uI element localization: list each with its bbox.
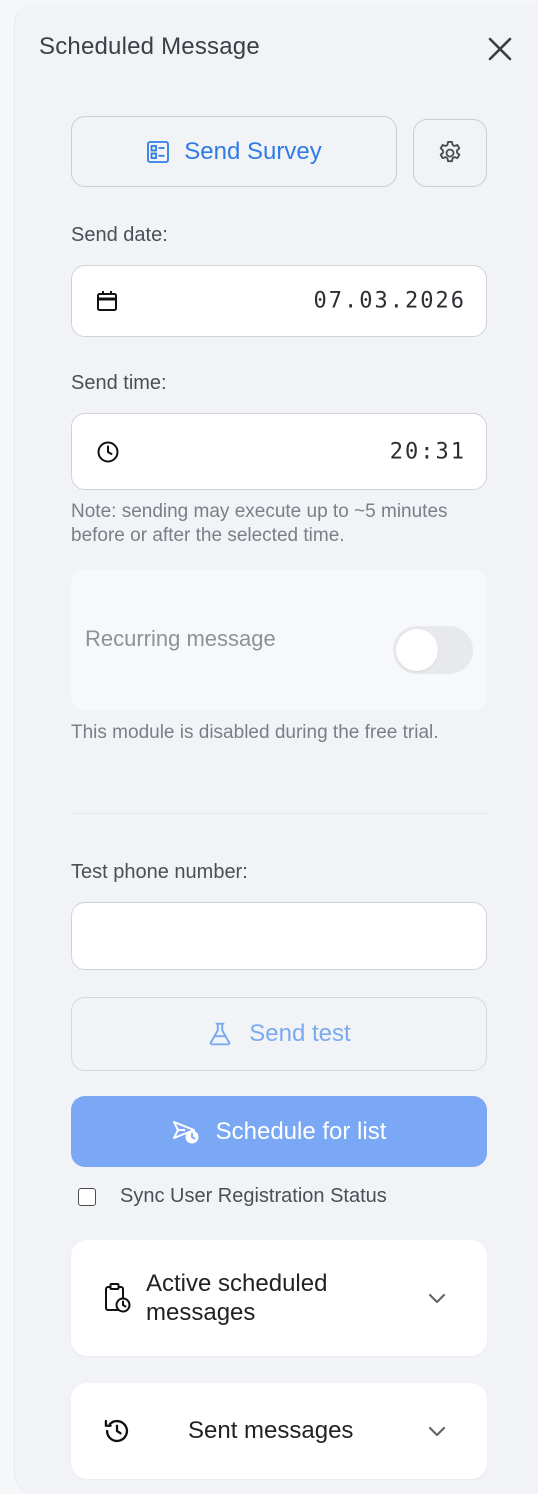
calendar-icon[interactable] bbox=[96, 290, 118, 312]
test-phone-label: Test phone number: bbox=[71, 861, 248, 883]
schedule-for-list-button[interactable]: Schedule for list bbox=[71, 1096, 487, 1167]
sync-registration-checkbox[interactable] bbox=[78, 1187, 96, 1206]
active-scheduled-messages-label: Active scheduled messages bbox=[146, 1270, 328, 1326]
chevron-down-icon bbox=[427, 1424, 447, 1438]
recurring-message-label: Recurring message bbox=[85, 626, 276, 651]
clipboard-clock-icon bbox=[103, 1282, 131, 1314]
send-time-label: Send time: bbox=[71, 372, 167, 394]
send-time-field[interactable]: 20:31 bbox=[71, 413, 487, 490]
send-survey-label: Send Survey bbox=[184, 137, 322, 165]
flask-icon bbox=[210, 1022, 231, 1046]
recurring-message-box: Recurring message bbox=[71, 569, 487, 710]
survey-list-icon bbox=[147, 140, 170, 163]
panel-title: Scheduled Message bbox=[39, 33, 260, 60]
history-icon bbox=[103, 1417, 131, 1445]
settings-button[interactable] bbox=[413, 119, 487, 187]
send-date-value: 07.03.2026 bbox=[313, 288, 466, 314]
free-trial-note: This module is disabled during the free … bbox=[71, 722, 439, 743]
send-time-value: 20:31 bbox=[389, 439, 466, 464]
sent-messages-card[interactable]: Sent messages bbox=[71, 1383, 487, 1479]
send-test-label: Send test bbox=[249, 1020, 351, 1047]
recurring-toggle[interactable] bbox=[393, 626, 473, 674]
send-test-button[interactable]: Send test bbox=[71, 997, 487, 1071]
test-phone-input[interactable] bbox=[71, 902, 487, 970]
send-survey-button[interactable]: Send Survey bbox=[71, 116, 397, 187]
close-icon[interactable] bbox=[487, 36, 513, 62]
sync-registration-label: Sync User Registration Status bbox=[120, 1185, 387, 1207]
timing-note: Note: sending may execute up to ~5 minut… bbox=[71, 501, 448, 546]
send-date-label: Send date: bbox=[71, 224, 168, 246]
close-button[interactable] bbox=[484, 33, 516, 65]
gear-icon bbox=[439, 140, 461, 163]
sent-messages-label: Sent messages bbox=[188, 1417, 354, 1444]
send-schedule-icon bbox=[172, 1120, 199, 1143]
sync-registration-row: Sync User Registration Status bbox=[78, 1185, 387, 1208]
toggle-knob bbox=[396, 629, 438, 671]
clock-icon[interactable] bbox=[96, 440, 120, 464]
active-scheduled-messages-card[interactable]: Active scheduled messages bbox=[71, 1240, 487, 1356]
send-date-field[interactable]: 07.03.2026 bbox=[71, 265, 487, 337]
chevron-down-icon bbox=[427, 1291, 447, 1305]
section-divider bbox=[71, 813, 487, 814]
schedule-for-list-label: Schedule for list bbox=[215, 1117, 387, 1145]
